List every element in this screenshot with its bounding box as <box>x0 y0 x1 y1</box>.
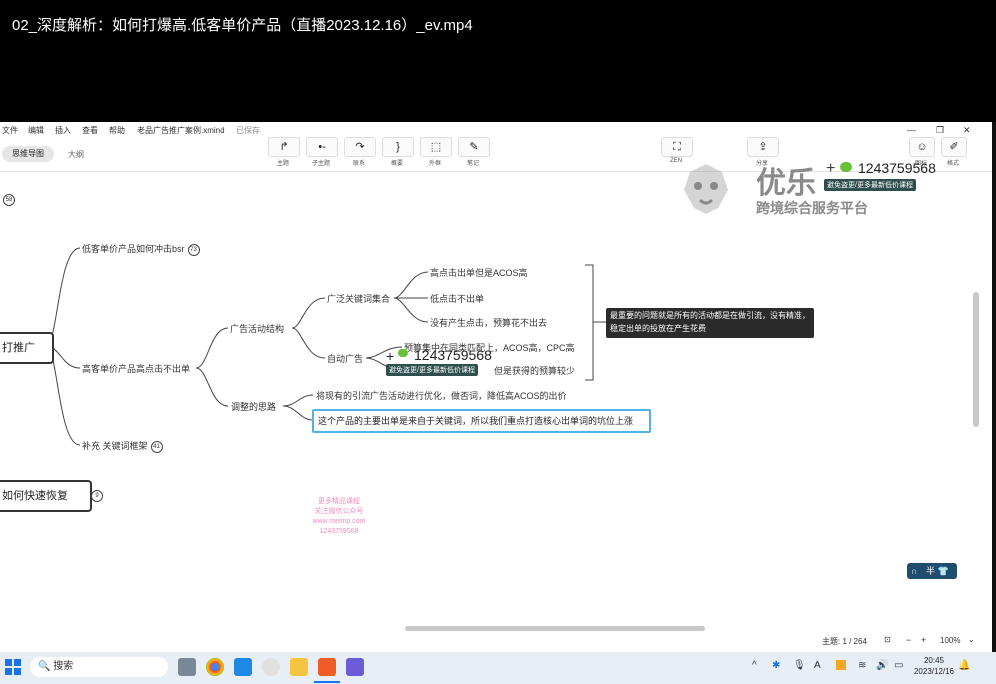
collapsed-count-badge[interactable]: 58 <box>0 194 15 206</box>
pink-watermark-line-4: 1243759568 <box>319 528 359 535</box>
monitor-app-icon[interactable] <box>234 658 252 676</box>
branch-low-price-bsr[interactable]: 低客单价产品如何冲击bsr 73 <box>82 242 200 256</box>
partial-root-node[interactable]: 打推广 <box>0 332 54 364</box>
auto-ad-node[interactable]: 自动广告 <box>327 352 363 365</box>
adjust-approach-node[interactable]: 调整的思路 <box>231 400 276 413</box>
xmind-window: 文件 编辑 插入 查看 帮助 老品广告推广案例.xmind 已保存 — ❐ ✕ … <box>0 122 992 652</box>
broad-child-3[interactable]: 没有产生点击，预算花不出去 <box>430 316 547 329</box>
ime-logo-icon: ∩ <box>911 566 918 576</box>
broad-keyword-set-node[interactable]: 广泛关键词集合 <box>327 292 390 305</box>
wechat-icon <box>840 162 852 172</box>
adjust-child-2-selected[interactable]: 这个产品的主要出单是来自于关键词，所以我们重点打造核心出单词的坑位上涨 <box>312 409 651 433</box>
branch-keyword-framework-badge[interactable]: 41 <box>150 440 163 453</box>
watermark-subtitle: 跨境综合服务平台 <box>756 200 868 216</box>
active-app-indicator <box>314 681 340 683</box>
clock[interactable]: 20:45 2023/12/16 <box>912 655 956 677</box>
tray-chevron-icon[interactable]: ^ <box>752 660 757 671</box>
volume-icon[interactable]: 🔊 <box>876 660 888 671</box>
broad-child-1[interactable]: 高点击出单但是ACOS高 <box>430 266 528 279</box>
quick-recover-node[interactable]: 如何快速恢复 <box>0 480 92 512</box>
xmind-icon[interactable] <box>318 658 336 676</box>
vertical-scrollbar[interactable] <box>973 292 979 427</box>
watermark-phone-2: 1243759568 <box>414 347 492 363</box>
pink-watermark-line-3: www.meimp.com <box>312 518 366 525</box>
zoom-dropdown-icon[interactable]: ⌄ <box>968 635 975 644</box>
ad-structure-node[interactable]: 广告活动结构 <box>230 322 284 335</box>
video-title: 02_深度解析：如何打爆高.低客单价产品（直播2023.12.16）_ev.mp… <box>12 17 473 34</box>
notification-icon[interactable]: 🔔 <box>958 660 970 671</box>
watermark-brand: 优乐 <box>756 167 816 200</box>
clock-time: 20:45 <box>923 656 945 665</box>
zoom-in-button[interactable]: + <box>921 635 926 645</box>
callout-node[interactable]: 最重要的问题就是所有的活动都是在做引流，没有精准，稳定出单的投放在产生花费 <box>606 308 814 338</box>
horizontal-scrollbar[interactable] <box>405 626 705 631</box>
branch-low-price-bsr-badge[interactable]: 73 <box>187 243 200 256</box>
dial-app-icon[interactable] <box>262 658 280 676</box>
quick-recover-badge[interactable]: 9 <box>88 487 103 505</box>
pink-watermark-line-1: 更多精品课程 <box>318 498 360 505</box>
ime-mode: 半 <box>925 566 935 576</box>
app-icon[interactable] <box>346 658 364 676</box>
zoom-out-button[interactable]: − <box>906 635 911 645</box>
input-lang[interactable]: A <box>814 660 821 671</box>
topic-count: 主题: 1 / 264 <box>822 637 867 646</box>
adjust-child-1[interactable]: 将现有的引流广告活动进行优化，做否词，降低高ACOS的出价 <box>316 389 567 402</box>
map-overview-icon[interactable]: ⊡ <box>884 635 891 644</box>
bluetooth-icon[interactable]: ✱ <box>772 660 780 671</box>
tray-app-icon[interactable] <box>836 660 846 670</box>
pink-watermark: 更多精品课程 关注微信公众号 www.meimp.com 1243759568 <box>303 497 375 537</box>
pink-watermark-line-2: 关注微信公众号 <box>314 508 364 515</box>
task-view-icon[interactable] <box>178 658 196 676</box>
file-explorer-icon[interactable] <box>290 658 308 676</box>
battery-icon[interactable]: ▭ <box>894 660 903 671</box>
zoom-level[interactable]: 100% <box>940 636 960 645</box>
auto-child-2[interactable]: 但是获得的预算较少 <box>494 364 575 377</box>
lion-logo-icon <box>664 160 748 216</box>
taskbar-search[interactable]: 🔍 搜索 <box>30 657 168 677</box>
wechat-icon-2 <box>398 349 408 357</box>
ime-toolbar[interactable]: ∩ 半 👕 <box>907 563 957 579</box>
microphone-icon[interactable]: 🎙 <box>793 660 806 671</box>
player-edge <box>992 122 996 652</box>
branch-high-price-no-order[interactable]: 高客单价产品高点击不出单 <box>82 362 190 375</box>
search-placeholder: 搜索 <box>53 661 74 672</box>
clock-date: 2023/12/16 <box>913 667 955 676</box>
broad-child-2[interactable]: 低点击不出单 <box>430 292 484 305</box>
windows-start-icon[interactable] <box>5 659 21 675</box>
ime-skin-icon: 👕 <box>937 566 949 576</box>
search-icon: 🔍 <box>38 661 51 672</box>
branch-keyword-framework[interactable]: 补充 关键词框架 41 <box>82 439 163 453</box>
watermark-phone: 1243759568 <box>858 160 936 176</box>
wechat-plus-icon-2: + <box>386 348 395 364</box>
windows-taskbar: 🔍 搜索 ^ ✱ 🎙 A ≋ 🔊 ▭ 20:45 2023/12/16 🔔 <box>0 652 996 684</box>
watermark-tag: 避免盗更/更多最新低价课程 <box>824 179 916 191</box>
wifi-icon[interactable]: ≋ <box>858 660 866 671</box>
watermark-tag-2: 避免盗更/更多最新低价课程 <box>386 364 478 376</box>
chrome-icon[interactable] <box>206 658 224 676</box>
wechat-plus-icon: + <box>826 160 836 177</box>
